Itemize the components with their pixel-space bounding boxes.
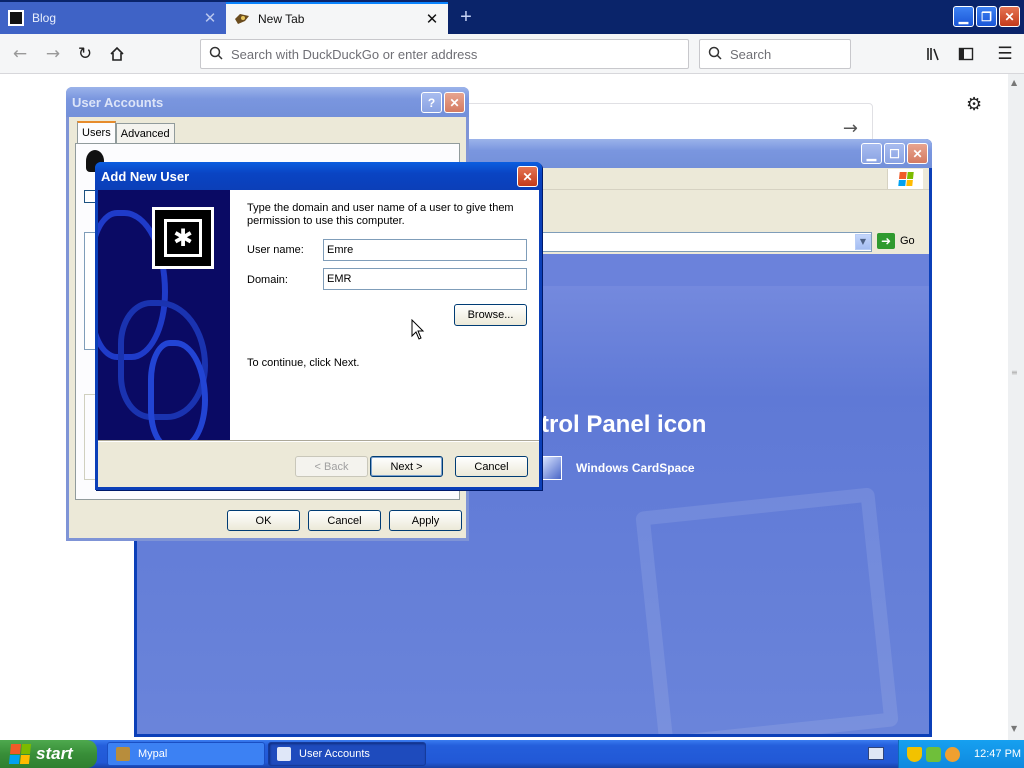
search-icon: [708, 46, 722, 63]
clock: 12:47 PM: [974, 748, 1022, 760]
tab-advanced[interactable]: Advanced: [115, 123, 175, 143]
address-bar[interactable]: [200, 39, 689, 69]
security-shield-icon[interactable]: [907, 746, 922, 762]
scroll-thumb-icon[interactable]: ≡: [1011, 368, 1018, 377]
user-name-input[interactable]: [323, 239, 527, 261]
gear-icon[interactable]: ⚙: [966, 94, 982, 115]
tab-blog[interactable]: Blog ✕: [0, 2, 226, 34]
scroll-up-icon[interactable]: ▲: [1011, 78, 1017, 87]
tab-close-icon[interactable]: ✕: [202, 9, 218, 27]
control-panel-heading: trol Panel icon: [541, 411, 707, 438]
close-icon[interactable]: ✕: [444, 92, 465, 113]
user-name-label: User name:: [247, 244, 304, 256]
ok-button[interactable]: OK: [227, 510, 300, 531]
tab-new-tab-label: New Tab: [258, 12, 305, 26]
taskbar-item-label: Mypal: [138, 748, 168, 760]
mouse-cursor-icon: [411, 319, 425, 340]
close-icon[interactable]: ✕: [907, 143, 928, 164]
domain-label: Domain:: [247, 274, 288, 286]
browser-window-controls: ▁ ❐ ✕: [953, 6, 1020, 27]
mypal-icon: [116, 747, 130, 761]
user-accounts-title: User Accounts: [72, 94, 164, 110]
start-label: start: [36, 744, 73, 763]
back-arrow-icon[interactable]: ←: [8, 42, 32, 66]
minimize-icon[interactable]: ▁: [861, 143, 882, 164]
blog-favicon-icon: [8, 10, 24, 26]
apply-button[interactable]: Apply: [389, 510, 462, 531]
new-tab-favicon-icon: [234, 11, 250, 27]
tab-close-icon[interactable]: ✕: [424, 10, 440, 28]
search-input[interactable]: [730, 46, 850, 62]
browser-nav-bar: ← → ↻ ☰: [0, 34, 1024, 74]
minimize-icon[interactable]: ▁: [953, 6, 974, 27]
go-arrow-icon[interactable]: →: [843, 118, 858, 139]
keyboard-layout-icon[interactable]: [868, 747, 884, 760]
footer-divider: [98, 440, 539, 442]
scroll-down-icon[interactable]: ▼: [1011, 724, 1017, 733]
checkmark-watermark-icon: [635, 487, 899, 734]
user-accounts-icon: [277, 747, 291, 761]
windows-logo-icon: [887, 169, 923, 189]
chevron-down-icon[interactable]: ▼: [855, 234, 871, 250]
cardspace-label: Windows CardSpace: [576, 461, 695, 475]
user-accounts-tabs: Users Advanced: [77, 121, 175, 143]
network-icon[interactable]: [926, 746, 941, 762]
cancel-button[interactable]: Cancel: [455, 456, 528, 477]
close-icon[interactable]: ✕: [999, 6, 1020, 27]
close-icon[interactable]: ✕: [517, 166, 538, 187]
next-button[interactable]: Next >: [370, 456, 443, 477]
browser-tab-bar: Blog ✕ New Tab ✕ + ▁ ❐ ✕: [0, 0, 1024, 34]
go-button[interactable]: ➜ Go: [877, 233, 915, 249]
taskbar-item-label: User Accounts: [299, 748, 370, 760]
go-arrow-icon: ➜: [877, 233, 895, 249]
instructions-text: Type the domain and user name of a user …: [247, 202, 514, 227]
home-icon[interactable]: [105, 42, 129, 66]
wizard-content: Type the domain and user name of a user …: [230, 190, 539, 440]
sidebar-icon[interactable]: [954, 42, 978, 66]
taskbar-item-mypal[interactable]: Mypal: [107, 742, 265, 766]
menu-icon[interactable]: ☰: [993, 42, 1017, 66]
start-button[interactable]: start: [0, 740, 97, 768]
user-accounts-title-bar[interactable]: User Accounts ? ✕: [66, 87, 469, 117]
go-label: Go: [900, 235, 915, 247]
tab-users[interactable]: Users: [77, 121, 116, 143]
forward-arrow-icon[interactable]: →: [41, 42, 65, 66]
taskbar-item-user-accounts[interactable]: User Accounts: [268, 742, 426, 766]
add-new-user-title-bar[interactable]: Add New User ✕: [95, 162, 542, 190]
vertical-scrollbar[interactable]: ▲ ≡ ▼: [1008, 74, 1024, 740]
search-tray-icon[interactable]: [945, 746, 960, 762]
network-key-icon: ✱: [152, 207, 214, 269]
cardspace-item[interactable]: Windows CardSpace: [542, 456, 695, 480]
wizard-side-banner: ✱: [98, 190, 230, 440]
add-new-user-window: Add New User ✕ ✱ Type the domain and use…: [95, 162, 542, 490]
tab-new-tab[interactable]: New Tab ✕: [226, 2, 448, 34]
search-bar[interactable]: [699, 39, 851, 69]
search-icon: [209, 46, 223, 63]
back-button[interactable]: < Back: [295, 456, 368, 477]
browse-button[interactable]: Browse...: [454, 304, 527, 326]
restore-icon[interactable]: ❐: [976, 6, 997, 27]
windows-flag-icon: [8, 744, 32, 764]
help-icon[interactable]: ?: [421, 92, 442, 113]
cancel-button[interactable]: Cancel: [308, 510, 381, 531]
add-new-user-title: Add New User: [101, 168, 190, 184]
reload-icon[interactable]: ↻: [73, 42, 97, 66]
maximize-icon[interactable]: ☐: [884, 143, 905, 164]
system-tray: 12:47 PM: [898, 740, 1024, 768]
continue-text: To continue, click Next.: [247, 357, 360, 369]
cardspace-icon: [542, 456, 562, 480]
new-tab-button[interactable]: +: [455, 4, 477, 30]
add-new-user-body: ✱ Type the domain and user name of a use…: [98, 190, 539, 487]
tab-blog-label: Blog: [32, 11, 57, 25]
domain-input[interactable]: [323, 268, 527, 290]
library-icon[interactable]: [922, 42, 946, 66]
address-input[interactable]: [231, 46, 639, 62]
